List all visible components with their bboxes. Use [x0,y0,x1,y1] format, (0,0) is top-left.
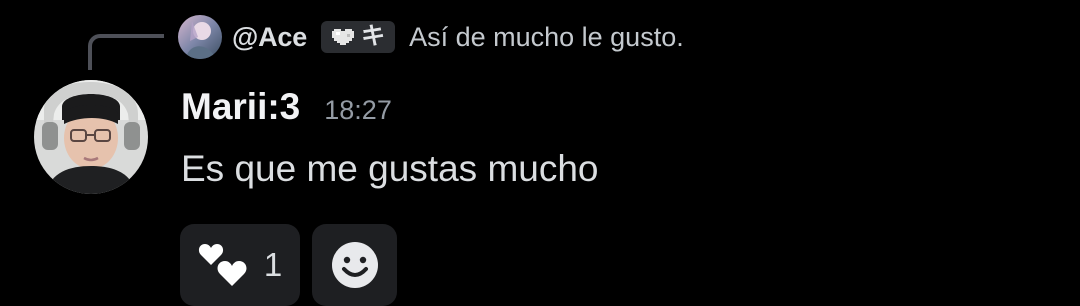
server-tag-label: キ [361,23,386,50]
reactions-bar: 1 [180,224,397,306]
server-tag[interactable]: キ [321,21,396,53]
reply-author[interactable]: @Ace [232,22,307,53]
message-content: Es que me gustas mucho [181,148,599,189]
smiley-icon [331,242,378,288]
message-timestamp[interactable]: 18:27 [324,95,392,126]
reaction-two-hearts[interactable]: 1 [180,224,300,306]
message-header: Marii:3 18:27 [181,86,392,128]
author-name[interactable]: Marii:3 [181,86,300,128]
reply-preview[interactable]: @Ace キ Así de mucho le gusto. [178,14,684,60]
reply-avatar[interactable] [178,15,222,59]
author-avatar[interactable] [34,80,148,194]
reply-connector [88,34,164,70]
reply-text[interactable]: Así de mucho le gusto. [409,22,684,53]
pixel-heart-icon [332,29,355,45]
reaction-count: 1 [263,246,283,283]
two-hearts-icon [198,244,247,286]
add-reaction-button[interactable] [312,224,397,306]
